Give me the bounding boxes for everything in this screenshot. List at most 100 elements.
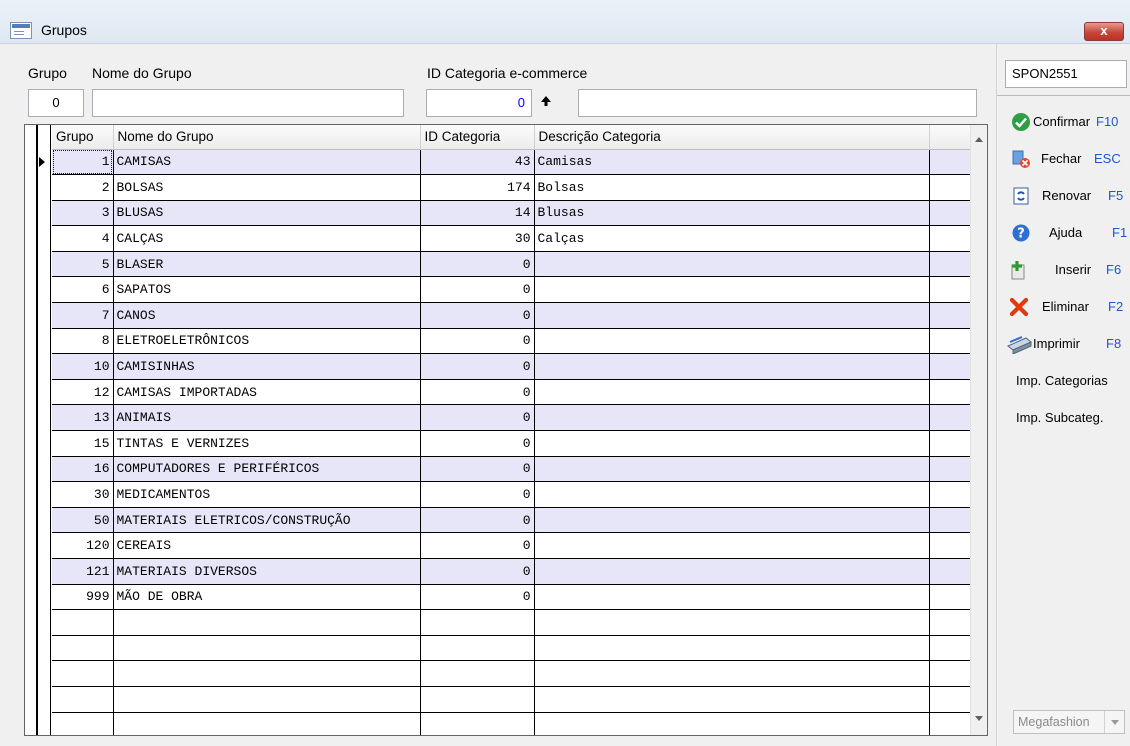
scroll-down-icon[interactable] (975, 716, 983, 721)
cell-category-id[interactable]: 0 (420, 302, 535, 329)
cell-category-description[interactable] (534, 251, 930, 278)
cell-category-description[interactable] (534, 404, 930, 432)
cell-category-id[interactable]: 0 (420, 558, 535, 585)
table-row[interactable]: 2 BOLSAS 174 Bolsas (52, 174, 972, 201)
cell-category-id[interactable]: 0 (420, 584, 535, 611)
cell-category-description[interactable] (534, 353, 930, 380)
cell-category-id[interactable]: 14 (420, 200, 535, 227)
cell-category-description[interactable] (534, 430, 930, 457)
table-row[interactable]: 6 SAPATOS 0 (52, 276, 972, 304)
category-id-filter-field[interactable]: 0 (426, 89, 532, 117)
help-button[interactable]: ? Ajuda F1 (997, 219, 1130, 247)
cell-group-name[interactable]: BOLSAS (113, 174, 421, 201)
group-filter-field[interactable]: 0 (28, 89, 84, 117)
cell-group-id[interactable]: 16 (52, 456, 114, 483)
print-categories-button[interactable]: Imp. Categorias (997, 367, 1130, 395)
cell-group-name[interactable]: MATERIAIS DIVERSOS (113, 558, 421, 585)
table-row[interactable]: 7 CANOS 0 (52, 302, 972, 329)
table-row[interactable]: 999 MÃO DE OBRA 0 (52, 584, 972, 611)
grid-vertical-scrollbar[interactable] (970, 125, 987, 735)
close-button[interactable]: Fechar ESC (997, 145, 1130, 173)
insert-button[interactable]: Inserir F6 (997, 256, 1130, 284)
cell-category-id[interactable]: 0 (420, 481, 535, 508)
cell-group-name[interactable]: CALÇAS (113, 225, 421, 252)
column-header-group-name[interactable]: Nome do Grupo (113, 125, 421, 150)
cell-category-description[interactable] (534, 328, 930, 355)
cell-group-id[interactable]: 7 (52, 302, 114, 329)
table-row[interactable]: 16 COMPUTADORES E PERIFÉRICOS 0 (52, 456, 972, 483)
cell-category-id[interactable]: 0 (420, 404, 535, 432)
cell-group-id[interactable]: 2 (52, 174, 114, 201)
group-name-filter-field[interactable] (92, 89, 404, 117)
cell-category-description[interactable] (534, 584, 930, 611)
cell-group-id[interactable]: 8 (52, 328, 114, 355)
cell-category-id[interactable]: 0 (420, 251, 535, 278)
cell-category-id[interactable]: 0 (420, 456, 535, 483)
cell-category-description[interactable] (534, 507, 930, 534)
cell-group-id[interactable]: 50 (52, 507, 114, 534)
cell-group-id[interactable]: 13 (52, 404, 114, 432)
cell-group-id[interactable]: 4 (52, 225, 114, 252)
cell-category-description[interactable]: Bolsas (534, 174, 930, 201)
cell-category-id[interactable]: 0 (420, 507, 535, 534)
table-row[interactable]: 120 CEREAIS 0 (52, 532, 972, 559)
table-row[interactable]: 4 CALÇAS 30 Calças (52, 225, 972, 252)
cell-category-id[interactable]: 0 (420, 276, 535, 304)
cell-group-name[interactable]: MATERIAIS ELETRICOS/CONSTRUÇÃO (113, 507, 421, 534)
cell-group-name[interactable]: BLUSAS (113, 200, 421, 227)
cell-category-description[interactable] (534, 481, 930, 508)
cell-group-name[interactable]: CAMISAS (113, 149, 421, 176)
cell-group-name[interactable]: MEDICAMENTOS (113, 481, 421, 508)
table-row[interactable]: 1 CAMISAS 43 Camisas (52, 149, 972, 176)
table-row[interactable]: 50 MATERIAIS ELETRICOS/CONSTRUÇÃO 0 (52, 507, 972, 534)
cell-group-id[interactable]: 120 (52, 532, 114, 559)
cell-group-id[interactable]: 6 (52, 276, 114, 304)
cell-category-description[interactable]: Camisas (534, 149, 930, 176)
scroll-up-icon[interactable] (975, 137, 983, 142)
table-row[interactable]: 15 TINTAS E VERNIZES 0 (52, 430, 972, 457)
delete-button[interactable]: Eliminar F2 (997, 293, 1130, 321)
cell-group-name[interactable]: SAPATOS (113, 276, 421, 304)
cell-group-name[interactable]: CAMISAS IMPORTADAS (113, 379, 421, 406)
table-row[interactable]: 5 BLASER 0 (52, 251, 972, 278)
cell-category-description[interactable] (534, 456, 930, 483)
category-description-filter-field[interactable] (578, 89, 977, 117)
cell-group-name[interactable]: CEREAIS (113, 532, 421, 559)
cell-group-name[interactable]: CANOS (113, 302, 421, 329)
print-subcategories-button[interactable]: Imp. Subcateg. (997, 404, 1130, 432)
print-button[interactable]: Imprimir F8 (997, 330, 1130, 358)
cell-group-id[interactable]: 121 (52, 558, 114, 585)
cell-category-id[interactable]: 0 (420, 379, 535, 406)
cell-category-description[interactable]: Blusas (534, 200, 930, 227)
column-header-category-description[interactable]: Descrição Categoria (534, 125, 930, 150)
cell-group-id[interactable]: 30 (52, 481, 114, 508)
cell-group-id[interactable]: 5 (52, 251, 114, 278)
table-row[interactable]: 30 MEDICAMENTOS 0 (52, 481, 972, 508)
cell-category-id[interactable]: 43 (420, 149, 535, 176)
table-row[interactable]: 13 ANIMAIS 0 (52, 404, 972, 432)
cell-group-id[interactable]: 15 (52, 430, 114, 457)
cell-category-description[interactable] (534, 379, 930, 406)
cell-group-name[interactable]: ANIMAIS (113, 404, 421, 432)
confirm-button[interactable]: Confirmar F10 (997, 108, 1130, 136)
cell-category-description[interactable] (534, 276, 930, 304)
table-row[interactable]: 12 CAMISAS IMPORTADAS 0 (52, 379, 972, 406)
table-row[interactable]: 8 ELETROELETRÔNICOS 0 (52, 328, 972, 355)
cell-category-id[interactable]: 0 (420, 328, 535, 355)
cell-category-description[interactable]: Calças (534, 225, 930, 252)
cell-group-name[interactable]: BLASER (113, 251, 421, 278)
cell-category-description[interactable] (534, 302, 930, 329)
company-select[interactable]: Megafashion (1013, 710, 1125, 734)
cell-group-name[interactable]: COMPUTADORES E PERIFÉRICOS (113, 456, 421, 483)
cell-category-id[interactable]: 174 (420, 174, 535, 201)
cell-group-name[interactable]: CAMISINHAS (113, 353, 421, 380)
cell-group-name[interactable]: ELETROELETRÔNICOS (113, 328, 421, 355)
cell-group-id[interactable]: 10 (52, 353, 114, 380)
cell-group-id[interactable]: 12 (52, 379, 114, 406)
cell-group-name[interactable]: MÃO DE OBRA (113, 584, 421, 611)
arrow-up-icon[interactable] (539, 94, 553, 108)
column-header-group[interactable]: Grupo (52, 125, 114, 150)
cell-group-name[interactable]: TINTAS E VERNIZES (113, 430, 421, 457)
table-row[interactable]: 3 BLUSAS 14 Blusas (52, 200, 972, 227)
table-row[interactable]: 10 CAMISINHAS 0 (52, 353, 972, 380)
